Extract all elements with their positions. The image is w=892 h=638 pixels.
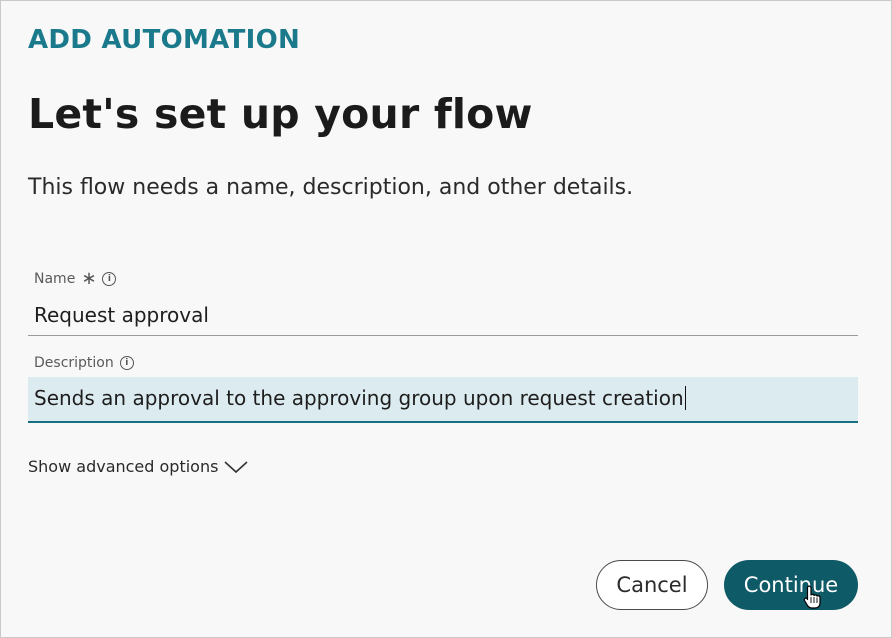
name-field-label: Name ∗ i [34,268,117,289]
dialog: ADD AUTOMATION Let's set up your flow Th… [0,0,892,638]
name-input-value: Request approval [34,303,209,327]
name-input[interactable]: Request approval [28,297,858,336]
cancel-button[interactable]: Cancel [596,560,708,610]
dialog-eyebrow: ADD AUTOMATION [28,25,301,55]
description-text: Sends an approval to the approving group… [34,386,684,410]
required-asterisk-icon: ∗ [81,268,97,289]
text-caret [684,385,687,410]
hand-pointer-icon [803,585,821,609]
advanced-options-label: Show advanced options [28,457,219,476]
name-label-text: Name [34,271,76,287]
description-input-value: Sends an approval to the approving group… [34,385,687,412]
page-subtitle: This flow needs a name, description, and… [28,175,634,200]
continue-button[interactable]: Continue [724,560,858,610]
page-title: Let's set up your flow [28,90,533,138]
description-input[interactable]: Sends an approval to the approving group… [28,377,858,423]
description-field-label: Description i [34,355,134,371]
show-advanced-options-toggle[interactable]: Show advanced options [28,457,248,476]
description-label-text: Description [34,355,114,371]
info-icon[interactable]: i [119,356,134,370]
chevron-down-icon [224,460,248,473]
info-icon[interactable]: i [102,272,117,286]
